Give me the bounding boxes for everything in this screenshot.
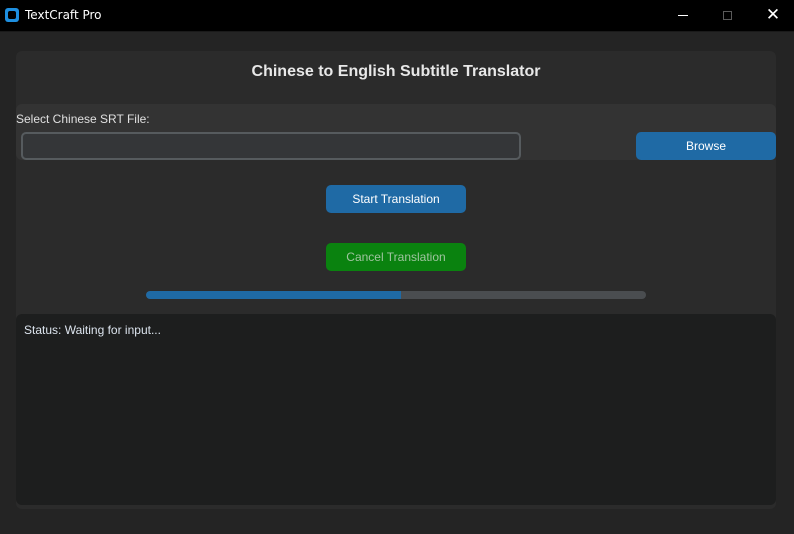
progress-bar xyxy=(146,291,646,299)
minimize-icon xyxy=(678,15,688,16)
title-bar[interactable]: TextCraft Pro ✕ xyxy=(0,0,794,32)
status-text: Status: Waiting for input... xyxy=(24,323,161,337)
file-select-row: Select Chinese SRT File: Browse xyxy=(16,104,776,160)
close-icon: ✕ xyxy=(765,5,781,25)
cancel-translation-button[interactable]: Cancel Translation xyxy=(326,243,466,271)
progress-bar-fill xyxy=(146,291,401,299)
maximize-icon xyxy=(722,11,732,20)
app-window: TextCraft Pro ✕ Chinese to English Subti… xyxy=(0,0,794,534)
maximize-button[interactable] xyxy=(704,0,750,31)
minimize-button[interactable] xyxy=(660,0,706,31)
app-icon xyxy=(5,8,19,22)
start-translation-button[interactable]: Start Translation xyxy=(326,185,466,213)
status-textbox[interactable]: Status: Waiting for input... xyxy=(16,314,776,505)
browse-button[interactable]: Browse xyxy=(636,132,776,160)
window-title: TextCraft Pro xyxy=(25,8,102,22)
close-button[interactable]: ✕ xyxy=(750,0,794,31)
file-select-label: Select Chinese SRT File: xyxy=(16,112,150,126)
file-path-input[interactable] xyxy=(21,132,521,160)
page-title: Chinese to English Subtitle Translator xyxy=(251,63,541,80)
main-frame: Chinese to English Subtitle Translator S… xyxy=(16,51,776,509)
